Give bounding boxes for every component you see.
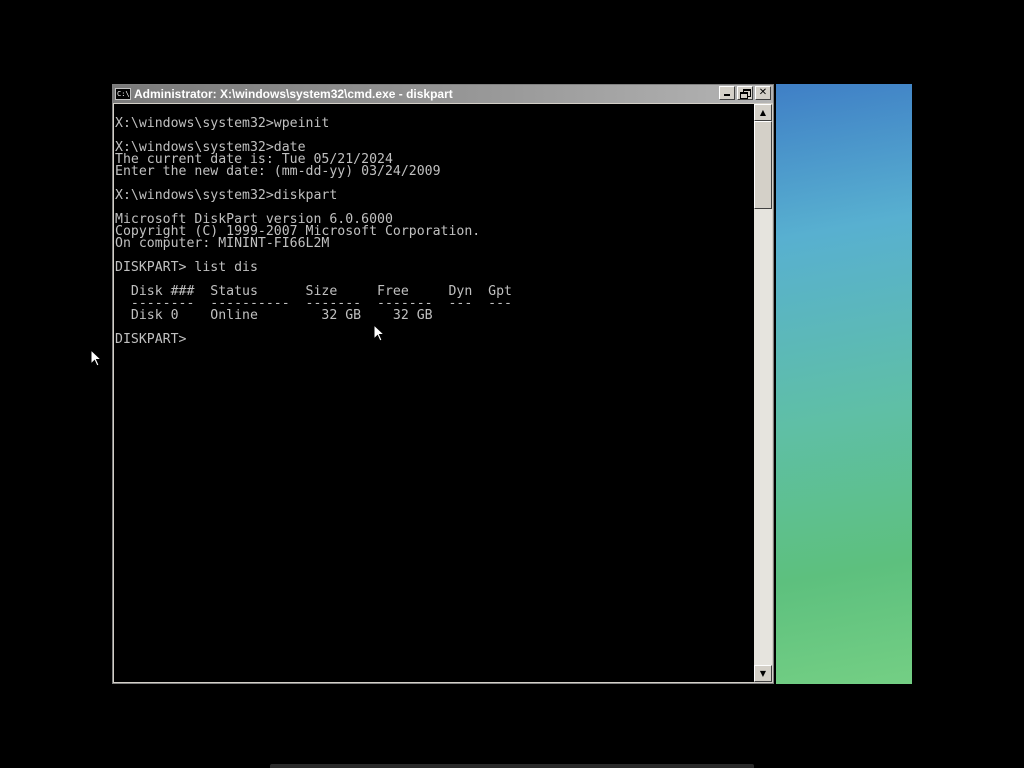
window-title: Administrator: X:\windows\system32\cmd.e… xyxy=(134,87,453,101)
window-controls: ✕ xyxy=(717,86,771,100)
scroll-up-button[interactable]: ▲ xyxy=(754,104,772,121)
cmd-window[interactable]: C:\ Administrator: X:\windows\system32\c… xyxy=(112,84,774,684)
mouse-pointer-icon xyxy=(373,324,385,342)
desktop-wallpaper xyxy=(776,84,912,684)
desktop: C:\ Administrator: X:\windows\system32\c… xyxy=(0,0,1024,768)
mouse-pointer-icon xyxy=(90,349,102,367)
scroll-down-button[interactable]: ▼ xyxy=(754,665,772,682)
restore-button[interactable] xyxy=(737,86,753,100)
vertical-scrollbar[interactable]: ▲ ▼ xyxy=(754,104,772,682)
taskbar-edge xyxy=(270,764,754,768)
minimize-button[interactable] xyxy=(719,86,735,100)
console-output[interactable]: X:\windows\system32>wpeinit X:\windows\s… xyxy=(114,104,754,682)
window-titlebar[interactable]: C:\ Administrator: X:\windows\system32\c… xyxy=(113,85,773,103)
close-button[interactable]: ✕ xyxy=(755,86,771,100)
cmd-icon[interactable]: C:\ xyxy=(115,88,131,100)
console-text: X:\windows\system32>wpeinit X:\windows\s… xyxy=(115,116,512,347)
scroll-thumb[interactable] xyxy=(754,121,772,209)
